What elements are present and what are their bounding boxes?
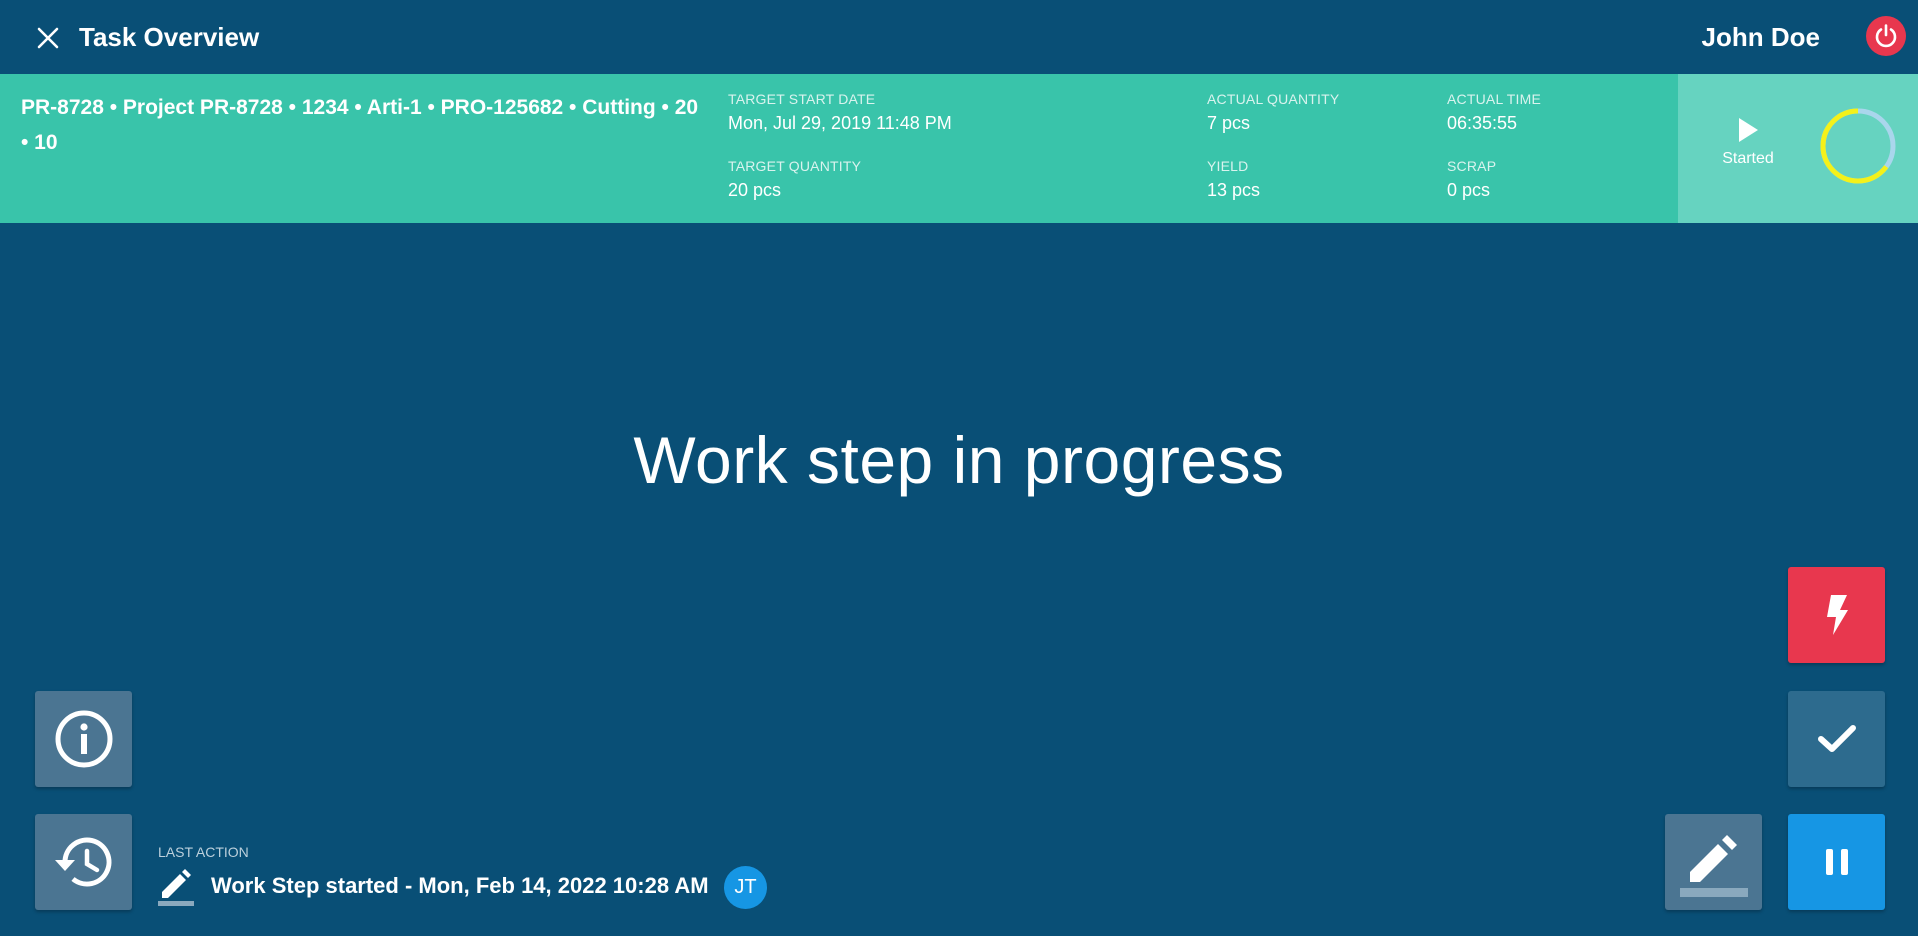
target-quantity-field: TARGET QUANTITY 20 pcs [728,157,861,203]
complete-button[interactable] [1788,691,1885,787]
actual-quantity-value: 7 pcs [1207,113,1251,133]
close-icon [37,27,59,49]
disturbance-button[interactable] [1788,567,1885,663]
scrap-label: SCRAP [1447,158,1497,174]
avatar: JT [724,866,767,909]
target-quantity-label: TARGET QUANTITY [728,158,862,174]
logout-button[interactable] [1866,16,1906,56]
actual-time-value: 06:35:55 [1447,113,1518,133]
yield-label: YIELD [1207,158,1249,174]
target-start-date-label: TARGET START DATE [728,91,876,107]
status-panel: Started [1678,74,1918,223]
yield-field: YIELD 13 pcs [1207,157,1260,203]
actual-time-label: ACTUAL TIME [1447,91,1541,107]
last-action-text: Work Step started - Mon, Feb 14, 2022 10… [211,873,709,898]
user-name[interactable]: John Doe [1702,19,1820,55]
pencil-icon [158,869,194,906]
progress-ring [1820,108,1896,184]
target-start-date-field: TARGET START DATE Mon, Jul 29, 2019 11:4… [728,90,952,136]
history-button[interactable] [35,814,132,910]
page-title: Task Overview [79,22,260,52]
check-icon [1817,725,1856,752]
edit-button[interactable] [1665,814,1762,910]
order-description: PR-8728 • Project PR-8728 • 1234 • Arti-… [21,96,699,154]
yield-value: 13 pcs [1207,180,1261,200]
actual-time-field: ACTUAL TIME 06:35:55 [1447,90,1541,136]
flash-icon [1826,595,1848,635]
target-quantity-value: 20 pcs [728,180,782,200]
play-icon [1739,118,1758,142]
pause-icon [1825,849,1848,875]
scrap-field: SCRAP 0 pcs [1447,157,1496,203]
pause-button[interactable] [1788,814,1885,910]
close-button[interactable] [30,20,66,56]
top-bar: Task Overview John Doe [0,0,1918,74]
actual-quantity-label: ACTUAL QUANTITY [1207,91,1340,107]
info-button[interactable] [35,691,132,787]
status-message: Work step in progress [633,423,1285,497]
info-icon [55,710,112,768]
last-action-label: LAST ACTION [158,844,249,860]
history-icon [54,837,111,887]
status-label: Started [1722,150,1774,167]
actual-quantity-field: ACTUAL QUANTITY 7 pcs [1207,90,1339,136]
status-button[interactable]: Started [1698,116,1798,180]
target-start-date-value: Mon, Jul 29, 2019 11:48 PM [728,113,952,133]
pencil-icon [1679,835,1748,897]
power-icon [1875,24,1897,48]
scrap-value: 0 pcs [1447,180,1491,200]
task-info-banner: PR-8728 • Project PR-8728 • 1234 • Arti-… [0,74,1918,223]
